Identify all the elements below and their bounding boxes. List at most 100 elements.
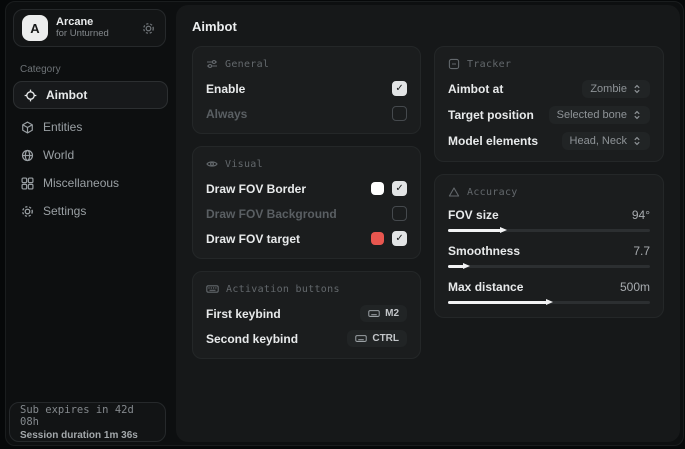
globe-icon xyxy=(21,149,34,162)
sidebar-item-aimbot[interactable]: Aimbot xyxy=(13,81,168,109)
section-title: Accuracy xyxy=(467,187,518,198)
chevron-updown-icon xyxy=(632,136,642,146)
dropdown-value: Head, Neck xyxy=(570,135,627,147)
setting-label: Draw FOV Background xyxy=(206,207,337,221)
sub-expires-text: Sub expires in 42d 08h xyxy=(20,404,155,428)
setting-row-first-keybind: First keybind M2 xyxy=(206,305,407,322)
category-label: Category xyxy=(20,64,173,75)
always-checkbox[interactable] xyxy=(392,106,407,121)
fov-border-checkbox[interactable] xyxy=(392,181,407,196)
aimbot-at-dropdown[interactable]: Zombie xyxy=(582,80,650,98)
sidebar-item-world[interactable]: World xyxy=(6,141,173,169)
activation-card: Activation buttons First keybind xyxy=(192,271,421,359)
app-subtitle: for Unturned xyxy=(56,29,131,40)
setting-label: Model elements xyxy=(448,134,538,148)
sidebar-nav: Aimbot Entities xyxy=(6,81,173,225)
keyboard-icon xyxy=(206,283,219,295)
tracker-card: Tracker Aimbot at Zombie xyxy=(434,46,664,162)
fov-background-checkbox[interactable] xyxy=(392,206,407,221)
smoothness-slider[interactable] xyxy=(448,263,650,270)
color-swatch-white[interactable] xyxy=(371,182,384,195)
left-column: General Enable Always xyxy=(192,46,421,359)
eye-icon xyxy=(206,158,218,170)
setting-label: Second keybind xyxy=(206,332,298,346)
setting-label: Always xyxy=(206,107,247,121)
setting-row-fov-target: Draw FOV target xyxy=(206,230,407,247)
sidebar-item-label: Aimbot xyxy=(46,88,87,102)
slider-value: 500m xyxy=(620,280,650,294)
logo-card: A Arcane for Unturned xyxy=(13,9,166,47)
setting-label: Enable xyxy=(206,82,245,96)
keybind-value: CTRL xyxy=(372,333,399,344)
triangle-icon xyxy=(448,186,460,198)
keyboard-icon xyxy=(368,308,380,319)
setting-label: FOV size xyxy=(448,208,499,222)
sidebar-item-label: World xyxy=(43,148,74,162)
first-keybind-button[interactable]: M2 xyxy=(360,305,407,322)
setting-row-target-position: Target position Selected bone xyxy=(448,106,650,124)
second-keybind-button[interactable]: CTRL xyxy=(347,330,407,347)
slider-fill xyxy=(448,265,464,268)
setting-row-fov-border: Draw FOV Border xyxy=(206,180,407,197)
setting-row-smoothness: Smoothness 7.7 xyxy=(448,244,650,270)
section-title: General xyxy=(225,59,269,70)
keyboard-icon xyxy=(355,333,367,344)
sidebar-item-label: Entities xyxy=(43,120,82,134)
accuracy-card: Accuracy FOV size 94° xyxy=(434,174,664,318)
chevron-updown-icon xyxy=(632,110,642,120)
fov-size-slider[interactable] xyxy=(448,227,650,234)
dropdown-value: Selected bone xyxy=(557,109,627,121)
crosshair-icon xyxy=(24,89,37,102)
keybind-value: M2 xyxy=(385,308,399,319)
fov-target-checkbox[interactable] xyxy=(392,231,407,246)
setting-label: Aimbot at xyxy=(448,82,503,96)
app-logo: A xyxy=(22,15,48,41)
page-title: Aimbot xyxy=(192,19,664,34)
setting-label: Draw FOV Border xyxy=(206,182,306,196)
color-swatch-red[interactable] xyxy=(371,232,384,245)
section-title: Tracker xyxy=(467,59,511,70)
main-panel: Aimbot General xyxy=(176,5,680,442)
sidebar-item-label: Miscellaneous xyxy=(43,176,119,190)
setting-row-second-keybind: Second keybind CTRL xyxy=(206,330,407,347)
setting-label: Target position xyxy=(448,108,534,122)
subscription-status-card: Sub expires in 42d 08h Session duration … xyxy=(9,402,166,442)
target-position-dropdown[interactable]: Selected bone xyxy=(549,106,650,124)
app-window: A Arcane for Unturned Category xyxy=(5,1,684,446)
visual-card: Visual Draw FOV Border Draw FOV Backgrou… xyxy=(192,146,421,259)
entities-icon xyxy=(21,121,34,134)
setting-row-always: Always xyxy=(206,105,407,122)
setting-label: Max distance xyxy=(448,280,523,294)
general-card: General Enable Always xyxy=(192,46,421,134)
setting-label: First keybind xyxy=(206,307,281,321)
gear-icon[interactable] xyxy=(139,19,157,37)
setting-row-max-distance: Max distance 500m xyxy=(448,280,650,306)
dropdown-value: Zombie xyxy=(590,83,627,95)
enable-checkbox[interactable] xyxy=(392,81,407,96)
model-elements-dropdown[interactable]: Head, Neck xyxy=(562,132,650,150)
sidebar-item-label: Settings xyxy=(43,204,86,218)
setting-row-model-elements: Model elements Head, Neck xyxy=(448,132,650,150)
grid-icon xyxy=(21,177,34,190)
settings-gear-icon xyxy=(21,205,34,218)
section-title: Activation buttons xyxy=(226,284,340,295)
setting-row-aimbot-at: Aimbot at Zombie xyxy=(448,80,650,98)
chevron-updown-icon xyxy=(632,84,642,94)
sidebar-item-settings[interactable]: Settings xyxy=(6,197,173,225)
app-name: Arcane xyxy=(56,16,131,29)
max-distance-slider[interactable] xyxy=(448,299,650,306)
sliders-icon xyxy=(206,58,218,70)
right-column: Tracker Aimbot at Zombie xyxy=(434,46,664,359)
setting-row-enable: Enable xyxy=(206,80,407,97)
session-duration-text: Session duration 1m 36s xyxy=(20,430,155,441)
slider-value: 7.7 xyxy=(633,244,650,258)
sidebar-item-entities[interactable]: Entities xyxy=(6,113,173,141)
sidebar-item-miscellaneous[interactable]: Miscellaneous xyxy=(6,169,173,197)
slider-fill xyxy=(448,301,547,304)
slider-fill xyxy=(448,229,501,232)
slider-value: 94° xyxy=(632,208,650,222)
scan-icon xyxy=(448,58,460,70)
setting-label: Draw FOV target xyxy=(206,232,300,246)
setting-row-fov-size: FOV size 94° xyxy=(448,208,650,234)
sidebar: A Arcane for Unturned Category xyxy=(6,2,173,445)
